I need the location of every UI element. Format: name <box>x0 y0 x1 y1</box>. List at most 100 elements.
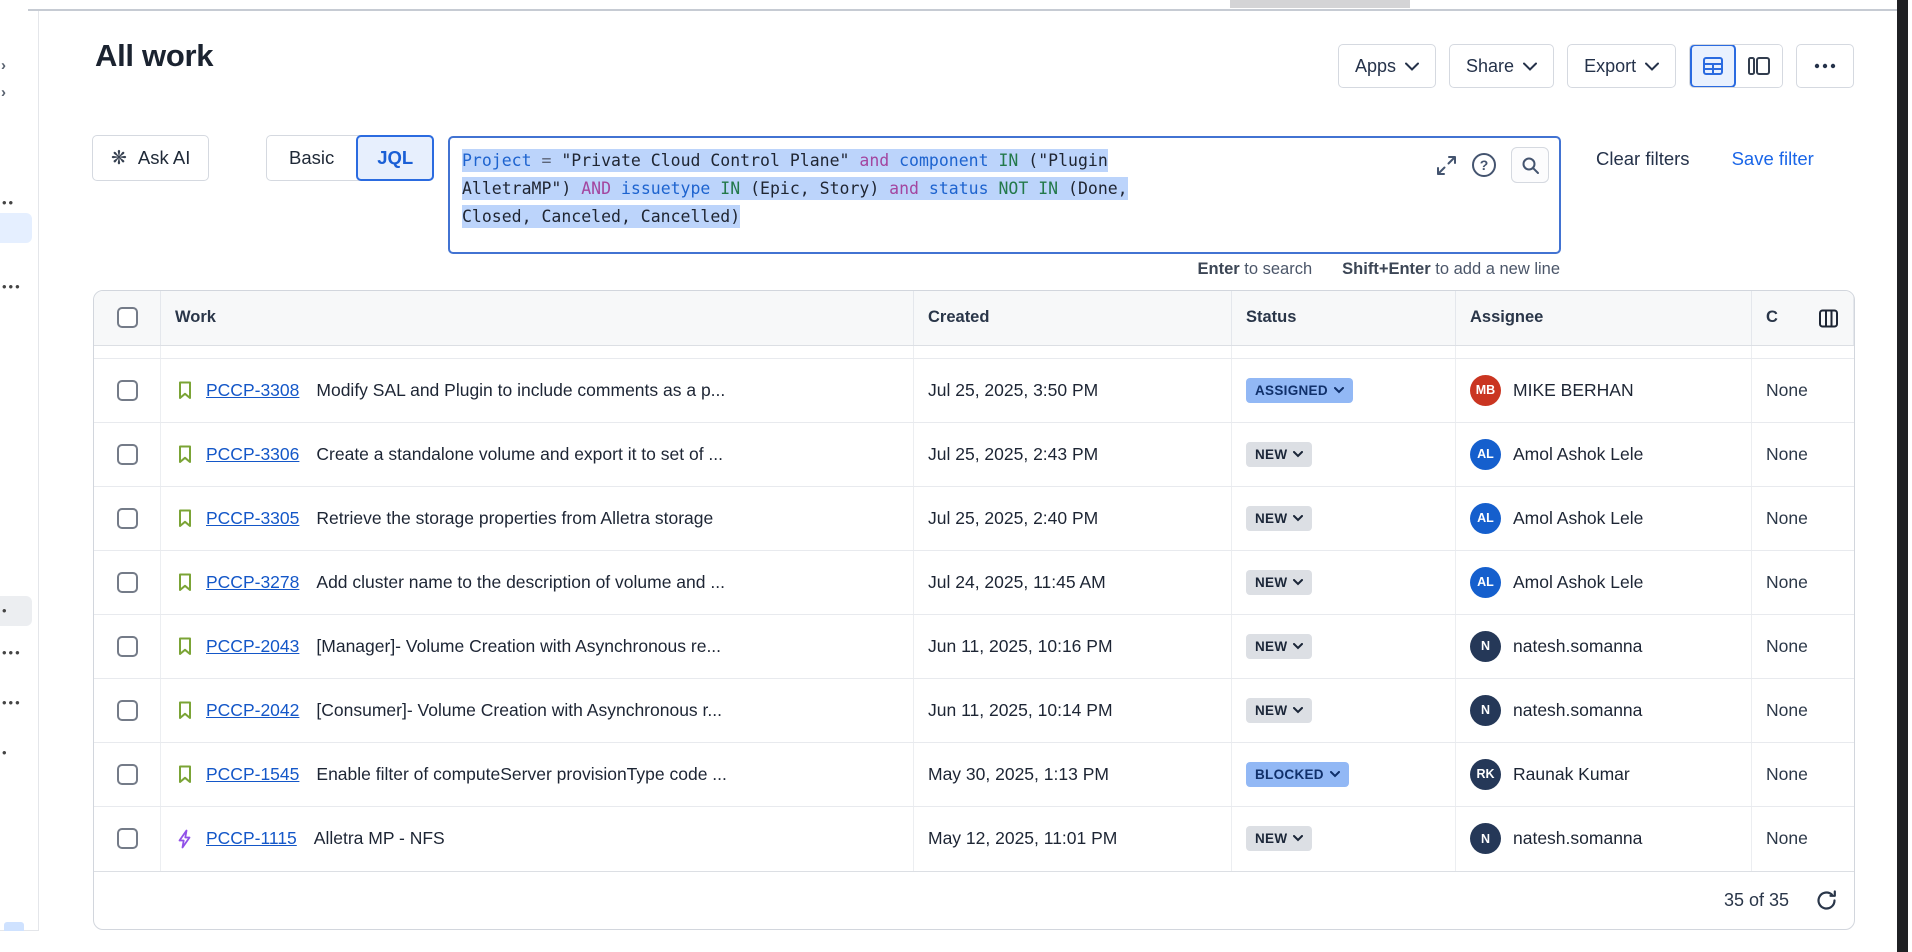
avatar[interactable]: AL <box>1470 439 1501 470</box>
table-row[interactable]: PCCP-3308 Modify SAL and Plugin to includ… <box>94 359 1854 423</box>
avatar[interactable]: N <box>1470 823 1501 854</box>
story-icon <box>175 572 195 592</box>
issue-key-link[interactable]: PCCP-2043 <box>206 636 299 657</box>
status-badge[interactable]: BLOCKED <box>1246 762 1349 787</box>
sidebar-item-dots[interactable]: ••• <box>2 701 24 705</box>
help-question-mark: ? <box>1480 157 1489 173</box>
ask-ai-button[interactable]: ❋ Ask AI <box>92 135 209 181</box>
jql-mode-button[interactable]: JQL <box>356 135 434 181</box>
issue-key-link[interactable]: PCCP-1545 <box>206 764 299 785</box>
jql-query-text[interactable]: Project = "Private Cloud Control Plane" … <box>462 147 1547 231</box>
row-checkbox[interactable] <box>117 828 138 849</box>
basic-mode-button[interactable]: Basic <box>267 136 356 180</box>
table-row[interactable]: PCCP-2043 [Manager]- Volume Creation with… <box>94 615 1854 679</box>
column-header-work[interactable]: Work <box>161 291 914 345</box>
table-row[interactable]: PCCP-3305 Retrieve the storage properties… <box>94 487 1854 551</box>
list-view-button[interactable] <box>1690 44 1736 88</box>
table-row[interactable]: PCCP-3306 Create a standalone volume and … <box>94 423 1854 487</box>
table-row[interactable]: PCCP-1545 Enable filter of computeServer … <box>94 743 1854 807</box>
search-button[interactable] <box>1511 147 1549 183</box>
issue-key-link[interactable]: PCCP-3278 <box>206 572 299 593</box>
issue-key-link[interactable]: PCCP-3306 <box>206 444 299 465</box>
select-all-checkbox[interactable] <box>117 307 138 328</box>
issue-summary[interactable]: Alletra MP - NFS <box>314 828 445 849</box>
export-button[interactable]: Export <box>1567 44 1676 88</box>
issue-summary[interactable]: Add cluster name to the description of v… <box>316 572 725 593</box>
status-badge[interactable]: ASSIGNED <box>1246 378 1353 403</box>
enter-hint-text: to search <box>1240 260 1312 278</box>
table-row[interactable]: PCCP-1115Alletra MP - NFSMay 12, 2025, 1… <box>94 807 1854 871</box>
help-icon[interactable]: ? <box>1472 153 1496 177</box>
work-cell: PCCP-1545 Enable filter of computeServer … <box>161 743 914 806</box>
created-cell: Jul 24, 2025, 11:45 AM <box>914 551 1232 614</box>
avatar[interactable]: AL <box>1470 503 1501 534</box>
query-mode-toggle: Basic JQL <box>266 135 434 181</box>
table-row[interactable]: PCCP-2042 [Consumer]- Volume Creation wit… <box>94 679 1854 743</box>
partial-scrolled-row <box>94 346 1854 359</box>
status-badge[interactable]: NEW <box>1246 442 1312 467</box>
row-checkbox[interactable] <box>117 508 138 529</box>
column-header-assignee[interactable]: Assignee <box>1456 291 1752 345</box>
chevron-right-icon[interactable]: › <box>1 84 6 101</box>
more-options-button[interactable] <box>1796 44 1854 88</box>
avatar[interactable]: N <box>1470 695 1501 726</box>
row-checkbox[interactable] <box>117 444 138 465</box>
issue-summary[interactable]: Modify SAL and Plugin to include comment… <box>316 380 725 401</box>
status-badge[interactable]: NEW <box>1246 506 1312 531</box>
window-top-border <box>28 9 1898 11</box>
sidebar-item-dots[interactable]: ••• <box>2 651 24 655</box>
column-header-created[interactable]: Created <box>914 291 1232 345</box>
row-checkbox[interactable] <box>117 636 138 657</box>
row-checkbox[interactable] <box>117 572 138 593</box>
story-icon <box>175 444 195 464</box>
truncated-column-cell: None <box>1752 359 1854 422</box>
clear-filters-button[interactable]: Clear filters <box>1596 148 1690 170</box>
issue-summary[interactable]: Retrieve the storage properties from All… <box>316 508 713 529</box>
issue-summary[interactable]: [Manager]- Volume Creation with Asynchro… <box>316 636 721 657</box>
save-filter-button[interactable]: Save filter <box>1732 148 1814 170</box>
chevron-down-icon <box>1645 62 1659 71</box>
status-badge[interactable]: NEW <box>1246 634 1312 659</box>
issue-summary[interactable]: [Consumer]- Volume Creation with Asynchr… <box>316 700 722 721</box>
avatar[interactable]: MB <box>1470 375 1501 406</box>
status-badge[interactable]: NEW <box>1246 826 1312 851</box>
column-header-status[interactable]: Status <box>1232 291 1456 345</box>
issue-summary[interactable]: Create a standalone volume and export it… <box>316 444 723 465</box>
avatar[interactable]: AL <box>1470 567 1501 598</box>
jql-editor[interactable]: Project = "Private Cloud Control Plane" … <box>448 136 1561 254</box>
sidebar-item-dots[interactable]: •• <box>2 201 24 205</box>
sidebar-item-dots[interactable]: • <box>2 609 24 613</box>
issue-key-link[interactable]: PCCP-1115 <box>206 828 297 849</box>
column-picker-button[interactable] <box>1809 300 1847 337</box>
sidebar-item-dots[interactable]: • <box>2 751 24 755</box>
chevron-down-icon <box>1293 579 1303 586</box>
status-badge[interactable]: NEW <box>1246 570 1312 595</box>
issue-key-link[interactable]: PCCP-3305 <box>206 508 299 529</box>
row-checkbox[interactable] <box>117 700 138 721</box>
detail-view-button[interactable] <box>1736 44 1782 88</box>
issue-summary[interactable]: Enable filter of computeServer provision… <box>316 764 727 785</box>
sidebar-item-selected[interactable] <box>0 213 32 243</box>
jql-token-str: AlletraMP") <box>462 179 571 198</box>
story-icon <box>175 700 195 720</box>
jql-token-op: IN <box>989 151 1029 170</box>
row-checkbox[interactable] <box>117 764 138 785</box>
jql-token-str: (Done, <box>1068 179 1128 198</box>
jql-editor-icons: ? <box>1436 147 1549 183</box>
apps-button[interactable]: Apps <box>1338 44 1436 88</box>
avatar[interactable]: RK <box>1470 759 1501 790</box>
table-row[interactable]: PCCP-3278 Add cluster name to the descrip… <box>94 551 1854 615</box>
status-badge[interactable]: NEW <box>1246 698 1312 723</box>
issue-key-link[interactable]: PCCP-3308 <box>206 380 299 401</box>
avatar[interactable]: N <box>1470 631 1501 662</box>
share-button[interactable]: Share <box>1449 44 1554 88</box>
refresh-icon[interactable] <box>1815 889 1838 912</box>
assignee-name: Amol Ashok Lele <box>1513 572 1643 593</box>
sidebar-item-dots[interactable]: ••• <box>2 285 24 289</box>
chevron-right-icon[interactable]: › <box>1 57 6 74</box>
expand-icon[interactable] <box>1436 155 1457 176</box>
assignee-name: Amol Ashok Lele <box>1513 444 1643 465</box>
issue-key-link[interactable]: PCCP-2042 <box>206 700 299 721</box>
row-checkbox[interactable] <box>117 380 138 401</box>
row-select-cell <box>94 807 161 871</box>
